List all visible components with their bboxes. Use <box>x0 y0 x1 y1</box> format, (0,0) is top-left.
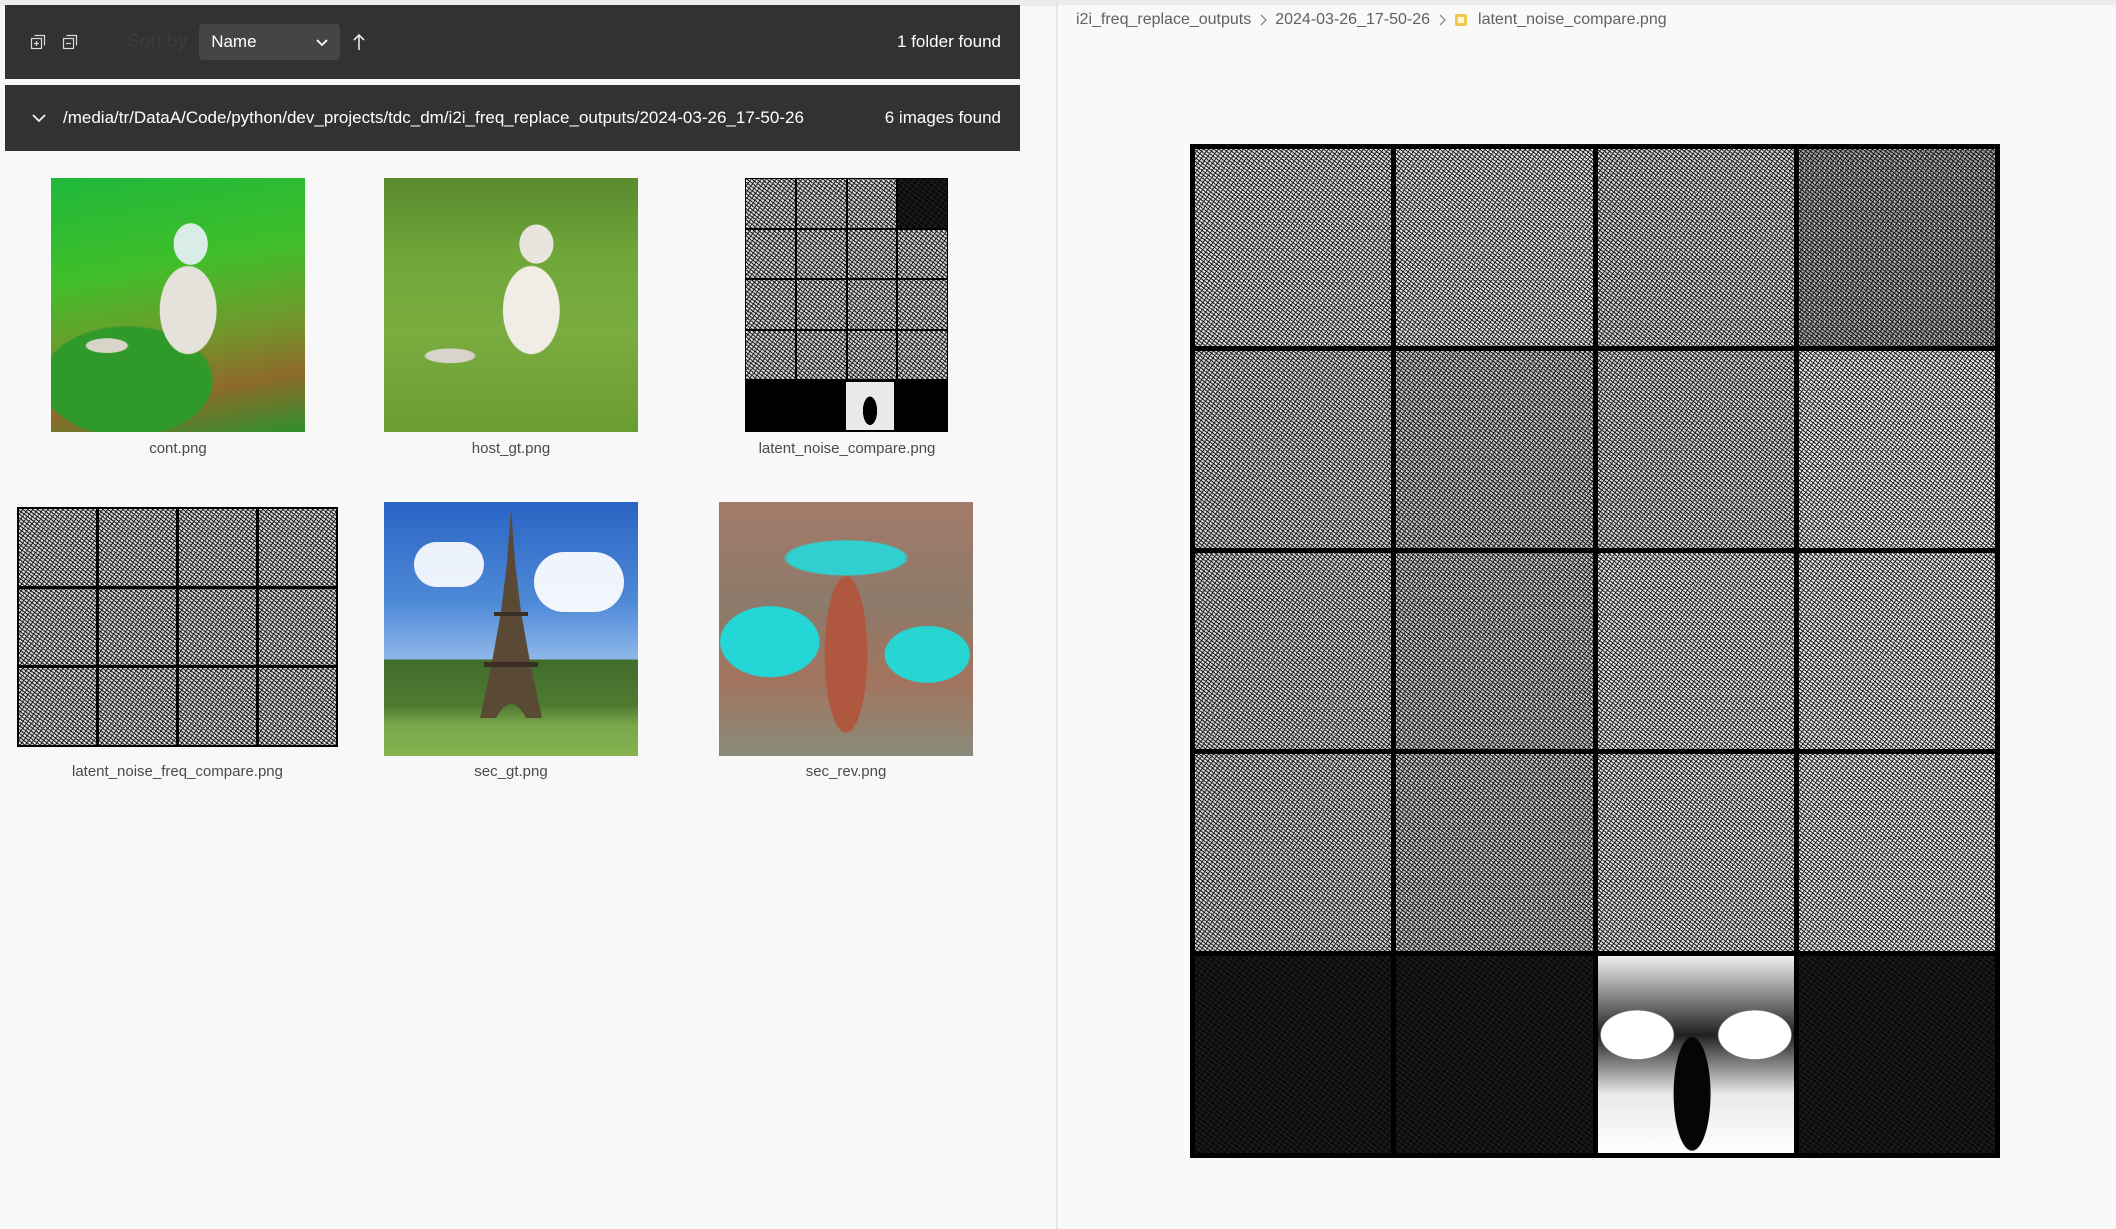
folder-count: 1 folder found <box>897 32 1001 51</box>
chevron-right-icon <box>1259 14 1268 26</box>
breadcrumb-subfolder[interactable]: 2024-03-26_17-50-26 <box>1275 11 1430 29</box>
preview-cell <box>1798 350 1995 548</box>
thumbnail-latent-noise-freq-compare[interactable] <box>17 507 338 747</box>
image-file-icon <box>1454 13 1468 27</box>
preview-cell <box>1195 956 1392 1153</box>
preview-cell <box>1396 754 1593 952</box>
toolbar: Sort by Name 1 folder found <box>5 5 1020 79</box>
expand-all-icon[interactable] <box>29 33 47 51</box>
preview-cell <box>1195 350 1392 548</box>
preview-cell <box>1798 754 1995 952</box>
sort-select[interactable]: Name <box>199 24 341 60</box>
preview-cell <box>1597 552 1794 750</box>
preview-cell <box>1195 552 1392 750</box>
preview-cell <box>1396 149 1593 346</box>
chevron-down-icon[interactable] <box>31 110 47 126</box>
thumbnail-latent-noise-compare[interactable] <box>745 178 948 432</box>
folder-path: /media/tr/DataA/Code/python/dev_projects… <box>63 108 804 127</box>
breadcrumb: i2i_freq_replace_outputs 2024-03-26_17-5… <box>1076 8 1667 32</box>
sort-select-value: Name <box>211 32 257 51</box>
image-caption: host_gt.png <box>471 440 551 457</box>
preview-cell <box>1798 956 1995 1153</box>
sort-ascending-icon[interactable] <box>350 31 368 53</box>
preview-cell <box>1396 350 1593 548</box>
sort-by-label: Sort by <box>127 31 188 52</box>
thumbnail-sec-rev[interactable] <box>719 502 973 756</box>
thumbnail-sec-gt[interactable] <box>384 502 638 756</box>
preview-panel: i2i_freq_replace_outputs 2024-03-26_17-5… <box>1058 0 2116 1229</box>
breadcrumb-folder[interactable]: i2i_freq_replace_outputs <box>1076 11 1251 29</box>
chevron-right-icon <box>1438 14 1446 26</box>
chevron-down-icon <box>316 32 328 52</box>
preview-cell <box>1597 350 1794 548</box>
preview-cell <box>1798 552 1995 750</box>
preview-cell <box>1597 754 1794 952</box>
image-caption: cont.png <box>149 440 207 457</box>
preview-cell <box>1798 149 1995 346</box>
thumbnail-host-gt[interactable] <box>384 178 638 432</box>
image-preview <box>1190 144 2000 1158</box>
image-count: 6 images found <box>884 108 1001 127</box>
top-strip <box>1058 0 2116 5</box>
folder-header[interactable]: /media/tr/DataA/Code/python/dev_projects… <box>5 85 1020 151</box>
thumbnail-cont[interactable] <box>51 178 305 432</box>
breadcrumb-file[interactable]: latent_noise_compare.png <box>1478 11 1667 29</box>
image-caption: latent_noise_freq_compare.png <box>72 763 283 780</box>
preview-cell <box>1396 552 1593 750</box>
preview-cell <box>1597 149 1794 346</box>
gallery-panel: Sort by Name 1 folder found /media/tr/Da… <box>0 0 1056 1229</box>
image-caption: latent_noise_compare.png <box>758 440 936 457</box>
preview-cell <box>1195 149 1392 346</box>
collapse-all-icon[interactable] <box>61 33 79 51</box>
image-caption: sec_rev.png <box>805 763 887 780</box>
preview-cell <box>1396 956 1593 1153</box>
image-caption: sec_gt.png <box>474 763 548 780</box>
preview-cell <box>1597 956 1794 1153</box>
preview-cell <box>1195 754 1392 952</box>
